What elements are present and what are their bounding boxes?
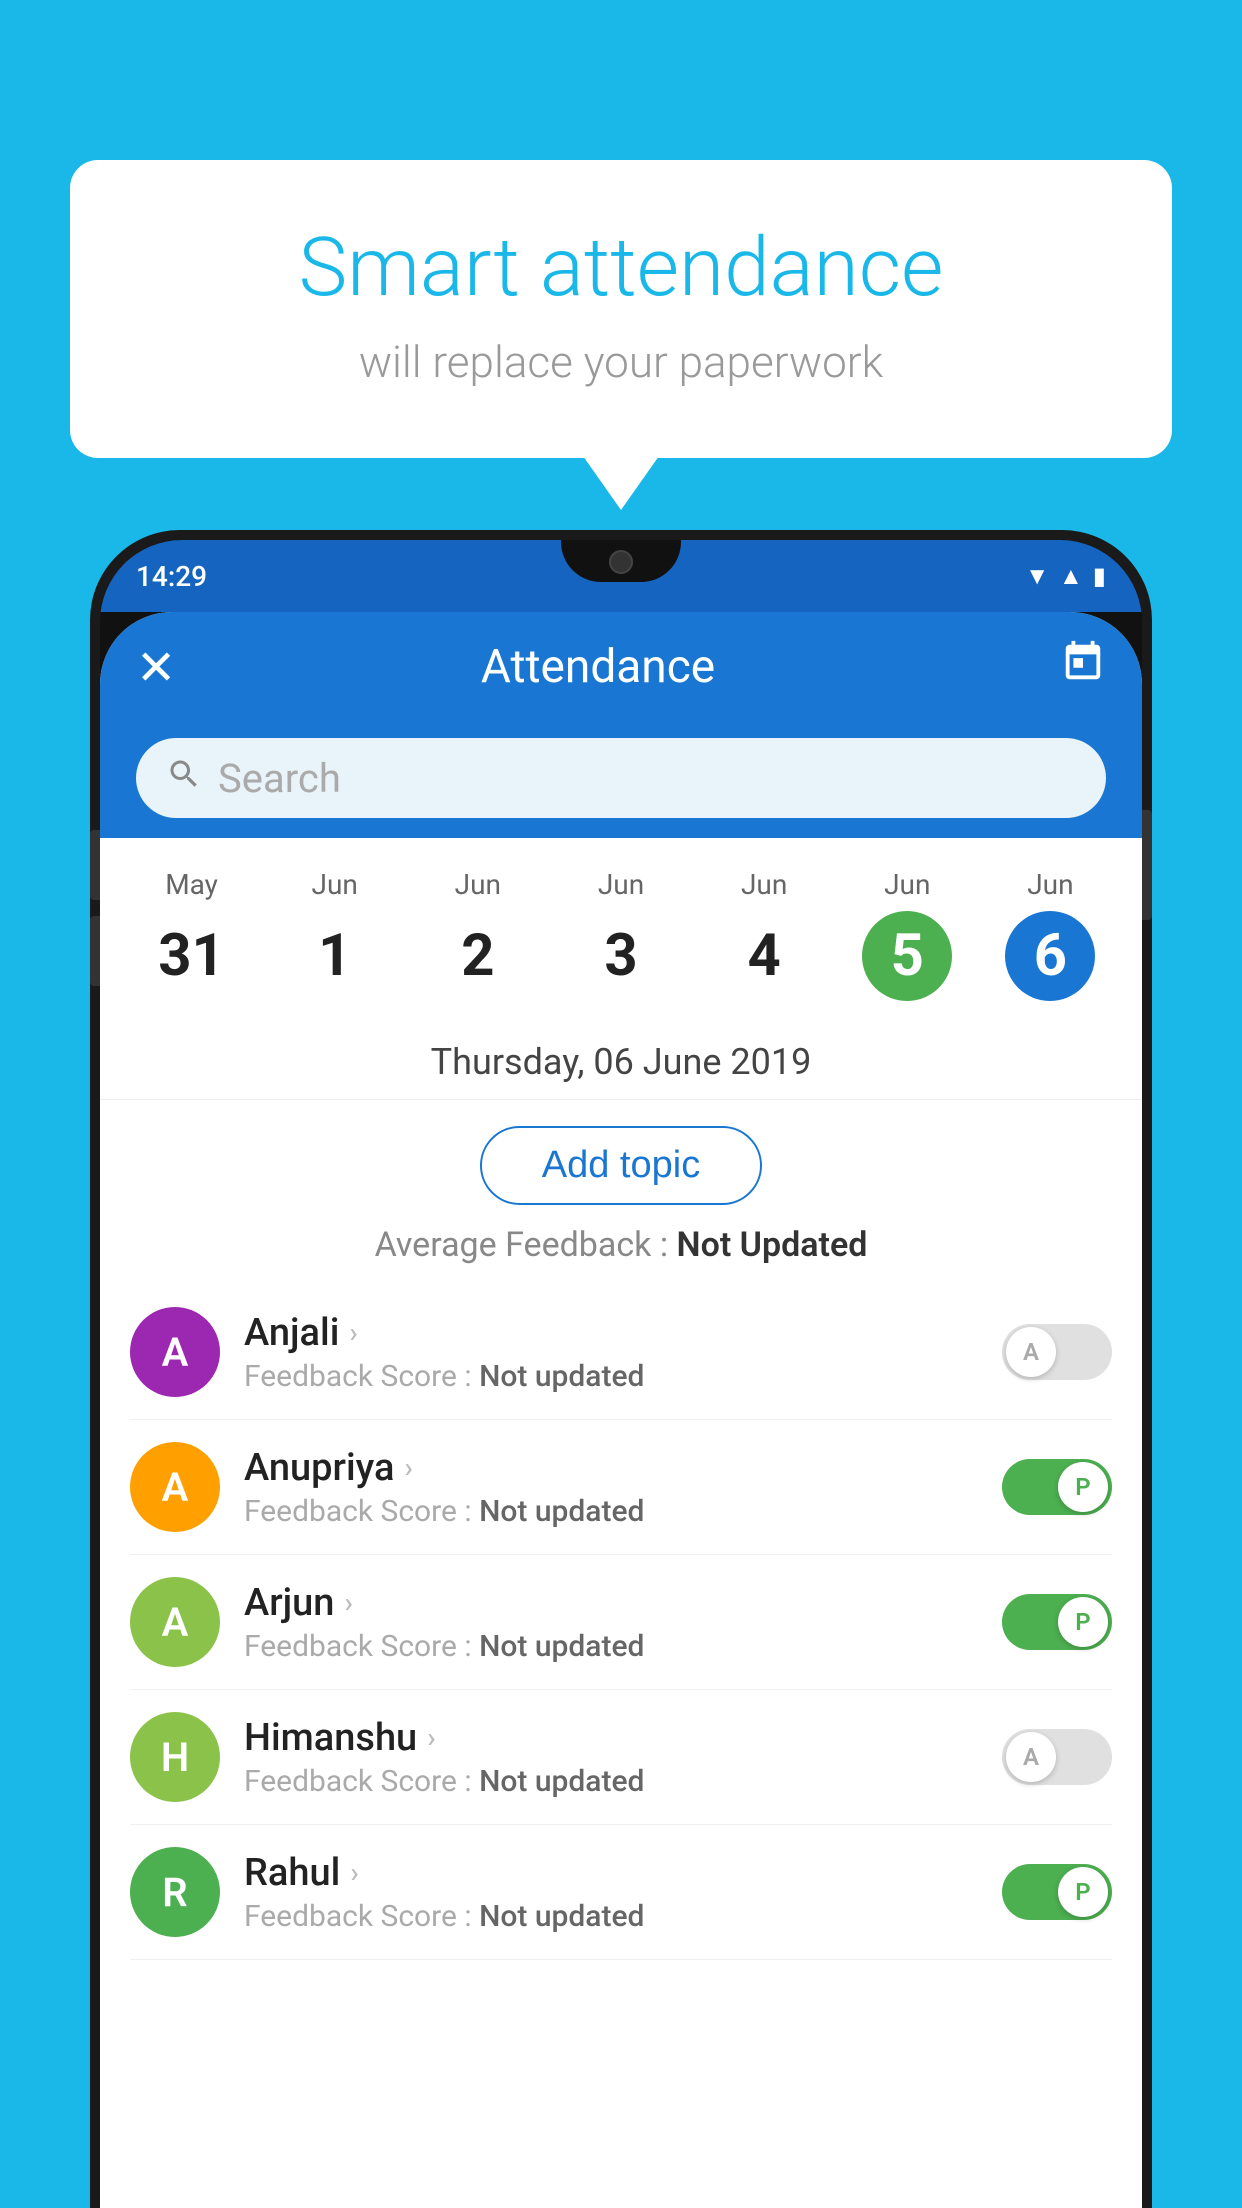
phone-frame: 14:29 ▼ ▲ ▮ ✕ Attendance <box>90 530 1152 2208</box>
search-placeholder: Search <box>218 755 341 802</box>
student-avatar: R <box>130 1847 220 1937</box>
add-topic-button[interactable]: Add topic <box>480 1126 762 1205</box>
student-feedback-score: Feedback Score : Not updated <box>244 1629 978 1664</box>
cal-month-label: Jun <box>741 868 787 901</box>
student-info: Rahul › Feedback Score : Not updated <box>244 1851 978 1934</box>
student-name: Anjali › <box>244 1311 978 1355</box>
student-item-3[interactable]: H Himanshu › Feedback Score : Not updated A <box>130 1690 1112 1825</box>
calendar-day-3[interactable]: Jun 3 <box>549 868 692 1001</box>
student-feedback-score: Feedback Score : Not updated <box>244 1359 978 1394</box>
front-camera <box>609 550 633 574</box>
student-item-0[interactable]: A Anjali › Feedback Score : Not updated A <box>130 1285 1112 1420</box>
student-name: Himanshu › <box>244 1716 978 1760</box>
student-info: Himanshu › Feedback Score : Not updated <box>244 1716 978 1799</box>
speech-bubble-container: Smart attendance will replace your paper… <box>70 160 1172 458</box>
calendar-strip: May 31 Jun 1 Jun 2 Jun 3 Jun 4 Jun 5 Jun 6 <box>100 838 1142 1021</box>
volume-up-btn[interactable] <box>90 830 100 900</box>
cal-month-label: Jun <box>455 868 501 901</box>
student-name: Arjun › <box>244 1581 978 1625</box>
student-item-2[interactable]: A Arjun › Feedback Score : Not updated P <box>130 1555 1112 1690</box>
student-name: Rahul › <box>244 1851 978 1895</box>
attendance-toggle[interactable]: P <box>1002 1594 1112 1650</box>
power-btn[interactable] <box>1142 810 1152 920</box>
student-info: Anupriya › Feedback Score : Not updated <box>244 1446 978 1529</box>
app-content: ✕ Attendance Search <box>100 612 1142 2208</box>
toolbar-title: Attendance <box>136 640 1060 694</box>
cal-month-label: Jun <box>884 868 930 901</box>
toolbar: ✕ Attendance <box>100 612 1142 722</box>
cal-date-number: 5 <box>862 911 952 1001</box>
student-name-arrow: › <box>427 1721 435 1754</box>
status-time: 14:29 <box>136 560 207 593</box>
student-item-4[interactable]: R Rahul › Feedback Score : Not updated P <box>130 1825 1112 1960</box>
wifi-icon: ▼ <box>1025 562 1049 591</box>
cal-month-label: Jun <box>1027 868 1073 901</box>
search-icon <box>166 756 202 801</box>
calendar-day-2[interactable]: Jun 2 <box>406 868 549 1001</box>
attendance-toggle[interactable]: P <box>1002 1864 1112 1920</box>
status-icons: ▼ ▲ ▮ <box>1025 562 1106 591</box>
battery-icon: ▮ <box>1093 562 1106 590</box>
student-avatar: A <box>130 1307 220 1397</box>
toggle-knob: P <box>1058 1867 1108 1917</box>
student-list: AAnjali ›Feedback Score : Not updatedAAA… <box>100 1285 1142 1960</box>
student-item-1[interactable]: A Anupriya › Feedback Score : Not updated P <box>130 1420 1112 1555</box>
cal-month-label: May <box>165 868 218 901</box>
toggle-knob: A <box>1006 1732 1056 1782</box>
speech-bubble-subtitle: will replace your paperwork <box>150 336 1092 388</box>
toggle-knob: P <box>1058 1462 1108 1512</box>
student-name-arrow: › <box>344 1586 352 1619</box>
avg-feedback-value: Not Updated <box>677 1225 868 1265</box>
calendar-day-1[interactable]: Jun 1 <box>263 868 406 1001</box>
toggle-knob: A <box>1006 1327 1056 1377</box>
student-name: Anupriya › <box>244 1446 978 1490</box>
volume-buttons <box>90 830 100 986</box>
signal-icon: ▲ <box>1059 562 1083 591</box>
calendar-day-6[interactable]: Jun 6 <box>979 868 1122 1001</box>
calendar-icon[interactable] <box>1060 639 1106 695</box>
cal-date-number: 3 <box>576 911 666 1001</box>
student-name-arrow: › <box>404 1451 412 1484</box>
speech-bubble: Smart attendance will replace your paper… <box>70 160 1172 458</box>
cal-month-label: Jun <box>312 868 358 901</box>
student-name-arrow: › <box>349 1316 357 1349</box>
calendar-day-5[interactable]: Jun 5 <box>836 868 979 1001</box>
student-feedback-score: Feedback Score : Not updated <box>244 1764 978 1799</box>
toggle-knob: P <box>1058 1597 1108 1647</box>
attendance-toggle[interactable]: A <box>1002 1324 1112 1380</box>
student-name-arrow: › <box>350 1856 358 1889</box>
phone-screen: 14:29 ▼ ▲ ▮ ✕ Attendance <box>100 540 1142 2208</box>
attendance-toggle[interactable]: P <box>1002 1459 1112 1515</box>
calendar-day-4[interactable]: Jun 4 <box>693 868 836 1001</box>
student-avatar: A <box>130 1577 220 1667</box>
student-avatar: A <box>130 1442 220 1532</box>
student-feedback-score: Feedback Score : Not updated <box>244 1494 978 1529</box>
search-bar-wrapper: Search <box>100 722 1142 838</box>
calendar-day-0[interactable]: May 31 <box>120 868 263 1001</box>
student-info: Anjali › Feedback Score : Not updated <box>244 1311 978 1394</box>
attendance-toggle[interactable]: A <box>1002 1729 1112 1785</box>
add-topic-wrapper: Add topic <box>100 1100 1142 1225</box>
student-info: Arjun › Feedback Score : Not updated <box>244 1581 978 1664</box>
search-bar[interactable]: Search <box>136 738 1106 818</box>
cal-date-number: 1 <box>290 911 380 1001</box>
power-button <box>1142 810 1152 920</box>
cal-month-label: Jun <box>598 868 644 901</box>
cal-date-number: 6 <box>1005 911 1095 1001</box>
student-feedback-score: Feedback Score : Not updated <box>244 1899 978 1934</box>
cal-date-number: 4 <box>719 911 809 1001</box>
date-display: Thursday, 06 June 2019 <box>100 1021 1142 1100</box>
speech-bubble-title: Smart attendance <box>150 220 1092 316</box>
volume-down-btn[interactable] <box>90 916 100 986</box>
cal-date-number: 31 <box>147 911 237 1001</box>
avg-feedback: Average Feedback : Not Updated <box>100 1225 1142 1285</box>
student-avatar: H <box>130 1712 220 1802</box>
cal-date-number: 2 <box>433 911 523 1001</box>
avg-feedback-label: Average Feedback : <box>375 1225 677 1265</box>
